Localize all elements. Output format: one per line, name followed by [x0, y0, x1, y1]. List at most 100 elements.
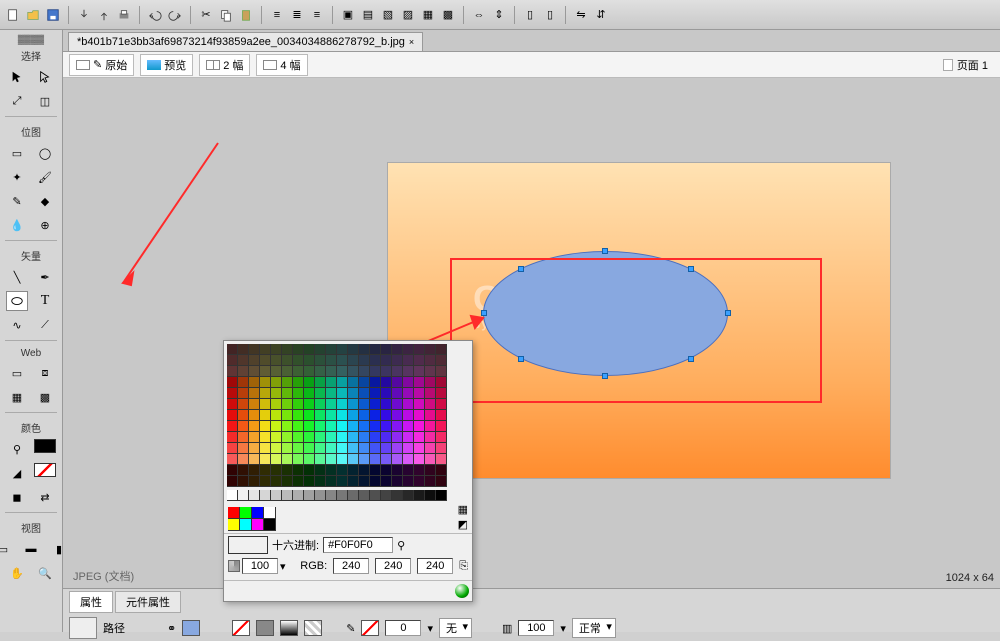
- brush-tool-icon[interactable]: 🖌: [34, 167, 56, 187]
- color-cell[interactable]: [293, 465, 304, 476]
- color-cell[interactable]: [271, 476, 282, 487]
- color-cell[interactable]: [271, 454, 282, 465]
- color-cell[interactable]: [282, 344, 293, 355]
- color-cell[interactable]: [381, 377, 392, 388]
- palette-icon[interactable]: ▦: [458, 503, 468, 516]
- color-cell[interactable]: [337, 476, 348, 487]
- gray-cell[interactable]: [381, 490, 392, 501]
- gray-cell[interactable]: [403, 490, 414, 501]
- color-cell[interactable]: [249, 388, 260, 399]
- color-cell[interactable]: [370, 410, 381, 421]
- gray-cell[interactable]: [260, 490, 271, 501]
- color-cell[interactable]: [260, 421, 271, 432]
- color-cell[interactable]: [238, 355, 249, 366]
- handle[interactable]: [688, 356, 694, 362]
- eyedropper-icon[interactable]: ⚲: [6, 439, 28, 459]
- color-cell[interactable]: [271, 465, 282, 476]
- color-cell[interactable]: [315, 366, 326, 377]
- color-cell[interactable]: [414, 399, 425, 410]
- color-cell[interactable]: [414, 366, 425, 377]
- copy-rgb-icon[interactable]: ⎘: [459, 560, 468, 573]
- color-cell[interactable]: [249, 432, 260, 443]
- color-cell[interactable]: [304, 465, 315, 476]
- hotspot-tool-icon[interactable]: ▭: [6, 363, 28, 383]
- basic-color-cell[interactable]: [228, 519, 240, 531]
- gray-ramp[interactable]: [224, 490, 472, 501]
- color-cell[interactable]: [337, 410, 348, 421]
- color-cell[interactable]: [282, 443, 293, 454]
- doc2-icon[interactable]: ▯: [541, 6, 559, 24]
- color-cell[interactable]: [293, 410, 304, 421]
- gray-cell[interactable]: [293, 490, 304, 501]
- color-cell[interactable]: [414, 355, 425, 366]
- gray-cell[interactable]: [348, 490, 359, 501]
- distribute-h-icon[interactable]: ⇔: [470, 6, 488, 24]
- color-cell[interactable]: [425, 465, 436, 476]
- color-cell[interactable]: [293, 476, 304, 487]
- paste-icon[interactable]: [237, 6, 255, 24]
- color-cell[interactable]: [337, 421, 348, 432]
- color-cell[interactable]: [414, 344, 425, 355]
- handle[interactable]: [481, 310, 487, 316]
- basic-color-cell[interactable]: [264, 519, 276, 531]
- basic-color-cell[interactable]: [228, 507, 240, 519]
- color-cell[interactable]: [326, 410, 337, 421]
- basic-color-cell[interactable]: [240, 507, 252, 519]
- color-cell[interactable]: [271, 355, 282, 366]
- color-cell[interactable]: [359, 344, 370, 355]
- no-fill-swatch[interactable]: [232, 620, 250, 636]
- color-cell[interactable]: [260, 432, 271, 443]
- basic-color-cell[interactable]: [264, 507, 276, 519]
- color-cell[interactable]: [370, 377, 381, 388]
- color-cell[interactable]: [381, 432, 392, 443]
- color-cell[interactable]: [381, 355, 392, 366]
- gray-cell[interactable]: [304, 490, 315, 501]
- cut-icon[interactable]: ✂: [197, 6, 215, 24]
- color-cell[interactable]: [227, 399, 238, 410]
- color-cell[interactable]: [271, 366, 282, 377]
- color-cell[interactable]: [436, 421, 447, 432]
- color-cell[interactable]: [381, 344, 392, 355]
- color-cell[interactable]: [359, 377, 370, 388]
- new-file-icon[interactable]: [4, 6, 22, 24]
- gray-cell[interactable]: [326, 490, 337, 501]
- color-cell[interactable]: [425, 421, 436, 432]
- color-cell[interactable]: [359, 465, 370, 476]
- print-icon[interactable]: [115, 6, 133, 24]
- color-cell[interactable]: [337, 399, 348, 410]
- gray-cell[interactable]: [238, 490, 249, 501]
- gradient-swatch[interactable]: [280, 620, 298, 636]
- color-cell[interactable]: [282, 465, 293, 476]
- bucket-icon[interactable]: ◢: [6, 463, 28, 483]
- color-cell[interactable]: [304, 476, 315, 487]
- blur-tool-icon[interactable]: 💧: [6, 215, 28, 235]
- color-cell[interactable]: [370, 465, 381, 476]
- pattern-swatch[interactable]: [304, 620, 322, 636]
- ungroup-icon[interactable]: ▤: [359, 6, 377, 24]
- color-cell[interactable]: [436, 366, 447, 377]
- color-cell[interactable]: [326, 366, 337, 377]
- color-cell[interactable]: [326, 443, 337, 454]
- tab-element-attrs[interactable]: 元件属性: [115, 591, 181, 613]
- color-cell[interactable]: [315, 388, 326, 399]
- color-cell[interactable]: [392, 344, 403, 355]
- color-cell[interactable]: [293, 432, 304, 443]
- screen-mode2-icon[interactable]: ▬: [20, 539, 42, 559]
- mode-preview[interactable]: 预览: [140, 54, 193, 76]
- stroke-swatch[interactable]: [34, 439, 56, 453]
- color-cell[interactable]: [425, 399, 436, 410]
- color-cell[interactable]: [348, 377, 359, 388]
- color-cell[interactable]: [403, 399, 414, 410]
- color-cell[interactable]: [392, 476, 403, 487]
- handle[interactable]: [518, 266, 524, 272]
- distribute-v-icon[interactable]: ⇕: [490, 6, 508, 24]
- color-cell[interactable]: [359, 410, 370, 421]
- color-cell[interactable]: [425, 410, 436, 421]
- link-icon[interactable]: ⚭: [167, 622, 176, 635]
- handle[interactable]: [725, 310, 731, 316]
- color-cell[interactable]: [370, 432, 381, 443]
- color-cell[interactable]: [414, 410, 425, 421]
- stroke-width-input[interactable]: [385, 620, 421, 636]
- gray-cell[interactable]: [392, 490, 403, 501]
- color-cell[interactable]: [315, 377, 326, 388]
